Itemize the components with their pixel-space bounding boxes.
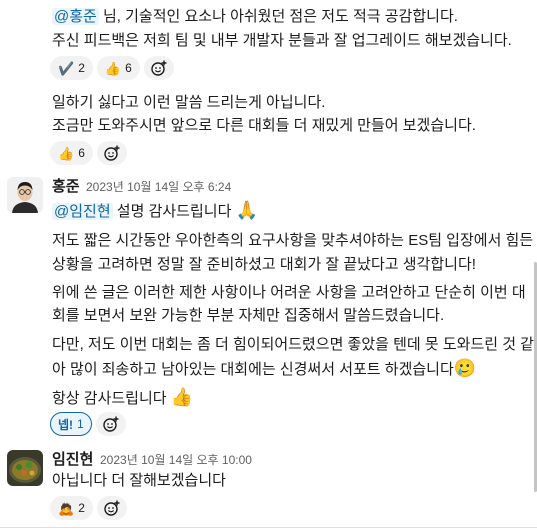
add-reaction-icon <box>104 500 120 516</box>
reaction-check[interactable]: ✔️ 2 <box>50 56 93 80</box>
message-line: 회를 보면서 보완 가능한 부분 자체만 집중해서 말씀드렸습니다. <box>52 307 445 324</box>
avatar[interactable] <box>7 177 43 213</box>
reaction-thumbsup[interactable]: 👍 6 <box>50 141 93 165</box>
pray-emoji-icon: 🙏 <box>235 200 258 220</box>
user-avatar-icon <box>7 177 43 213</box>
author-name[interactable]: 임진현 <box>52 450 93 470</box>
reaction-label: 넵! <box>58 417 74 432</box>
reaction-bar: 넵! 1 <box>50 412 126 436</box>
message-text: 항상 감사드립니다 <box>52 390 171 407</box>
message-line: 항상 감사드립니다 👍 <box>52 386 193 410</box>
message-line: 아닙니다 더 잘해보겠습니다 <box>52 472 226 489</box>
message-line: 상황을 고려하면 정말 잘 준비하셨고 대회가 잘 끝났다고 생각합니다! <box>52 256 476 273</box>
avatar[interactable] <box>7 450 43 486</box>
message-text: 설명 감사드립니다 <box>112 203 232 220</box>
add-reaction-button[interactable] <box>96 141 127 165</box>
reaction-count: 6 <box>125 61 132 75</box>
thumbs-up-emoji-icon: 👍 <box>170 387 194 407</box>
reaction-count: 2 <box>78 61 85 75</box>
reaction-count: 1 <box>77 417 84 431</box>
thumbs-up-emoji-icon: 👍 <box>104 60 122 76</box>
add-reaction-button[interactable] <box>95 412 126 436</box>
user-avatar-icon <box>7 450 43 486</box>
reaction-bar: 🙇 2 <box>50 496 127 520</box>
timestamp[interactable]: 2023년 10월 14일 오후 6:24 <box>86 177 231 197</box>
user-mention[interactable]: @홍준 <box>52 8 99 25</box>
message-text: 님, 기술적인 요소나 아쉬웠던 점은 저도 적극 공감합니다. <box>98 8 458 25</box>
thumbs-up-emoji-icon: 👍 <box>58 145 75 161</box>
reaction-bow[interactable]: 🙇 2 <box>50 496 93 520</box>
message-line: 아 많이 죄송하고 남아있는 대회에는 신경써서 서포트 하겠습니다🥲 <box>52 357 476 381</box>
reaction-bar: 👍 6 <box>50 141 127 165</box>
timestamp[interactable]: 2023년 10월 14일 오후 10:00 <box>100 450 252 470</box>
add-reaction-icon <box>103 416 119 432</box>
message-line: 저도 짧은 시간동안 우아한측의 요구사항을 맞추셔야하는 ES팀 입장에서 힘… <box>52 232 534 249</box>
check-emoji-icon: ✔️ <box>58 60 75 76</box>
reaction-thumbsup[interactable]: 👍 6 <box>96 56 140 80</box>
reaction-count: 6 <box>78 146 85 160</box>
user-mention[interactable]: @임진현 <box>52 203 113 220</box>
divider <box>0 527 537 528</box>
add-reaction-button[interactable] <box>96 496 127 520</box>
add-reaction-icon <box>104 145 120 161</box>
reaction-bar: ✔️ 2 👍 6 <box>50 56 174 80</box>
message-line: 다만, 저도 이번 대회는 좀 더 힘이되어드렸으면 좋았을 텐데 못 도와드린… <box>52 336 534 353</box>
reaction-count: 2 <box>78 501 85 515</box>
bowing-emoji-icon: 🙇 <box>58 500 75 516</box>
message-line: 조금만 도와주시면 앞으로 다른 대회들 더 재밌게 만들어 보겠습니다. <box>52 117 476 134</box>
message-line: @임진현 설명 감사드립니다 🙏 <box>52 199 258 223</box>
smiling-tear-emoji-icon: 🥲 <box>453 358 477 378</box>
reaction-custom-neb[interactable]: 넵! 1 <box>50 412 92 436</box>
author-name[interactable]: 홍준 <box>52 177 80 197</box>
message-text: 아 많이 죄송하고 남아있는 대회에는 신경써서 서포트 하겠습니다 <box>52 361 454 378</box>
message-line: @홍준 님, 기술적인 요소나 아쉬웠던 점은 저도 적극 공감합니다. <box>52 6 458 28</box>
message-line: 주신 피드백은 저희 팀 및 내부 개발자 분들과 잘 업그레이드 해보겠습니다… <box>52 32 512 49</box>
message-line: 위에 쓴 글은 이러한 제한 사항이나 어려운 사항을 고려안하고 단순히 이번… <box>52 284 526 301</box>
message-line: 일하기 싫다고 이런 말씀 드리는게 아닙니다. <box>52 94 326 111</box>
add-reaction-icon <box>151 60 167 76</box>
add-reaction-button[interactable] <box>143 56 174 80</box>
